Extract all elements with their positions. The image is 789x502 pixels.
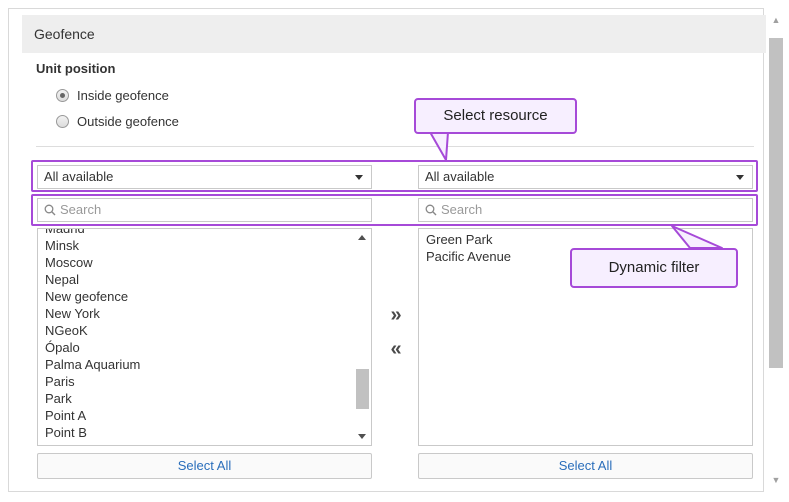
- add-selected-button[interactable]: »: [386, 305, 406, 326]
- left-items: Madrid Minsk Moscow Nepal New geofence New Yo…: [38, 229, 354, 441]
- list-item[interactable]: New geofence: [38, 288, 354, 305]
- remove-selected-button[interactable]: «: [386, 339, 406, 360]
- list-item[interactable]: Green Park: [419, 231, 752, 248]
- list-item[interactable]: New York: [38, 305, 354, 322]
- radio-checked-icon[interactable]: [56, 88, 69, 102]
- left-search-input[interactable]: Search: [37, 198, 372, 222]
- list-item[interactable]: Moscow: [38, 254, 354, 271]
- list-item[interactable]: NGeoK: [38, 322, 354, 339]
- list-item[interactable]: Ópalo: [38, 339, 354, 356]
- chevron-down-icon: [355, 175, 363, 180]
- right-select-value: All available: [425, 169, 495, 184]
- radio-outside-geofence[interactable]: Outside geofence: [56, 112, 179, 130]
- list-item[interactable]: Nepal: [38, 271, 354, 288]
- list-item[interactable]: Paris: [38, 373, 354, 390]
- list-item[interactable]: Minsk: [38, 237, 354, 254]
- left-search-placeholder: Search: [60, 202, 102, 217]
- right-search-input[interactable]: Search: [418, 198, 753, 222]
- scroll-down-icon[interactable]: [358, 434, 366, 439]
- unit-position-label: Unit position: [36, 61, 116, 76]
- list-scrollbar[interactable]: [354, 229, 371, 445]
- scroll-up-icon[interactable]: [358, 235, 366, 240]
- panel-scrollbar[interactable]: ▲ ▼: [766, 8, 786, 492]
- list-item[interactable]: Palma Aquarium: [38, 356, 354, 373]
- chevron-down-icon: [736, 175, 744, 180]
- left-select-value: All available: [44, 169, 114, 184]
- left-select-all-button[interactable]: Select All: [37, 453, 372, 479]
- search-icon: [425, 204, 437, 216]
- scroll-up-arrow-icon[interactable]: ▲: [766, 12, 786, 28]
- dynamic-filter-callout: Dynamic filter: [570, 248, 738, 288]
- right-resource-select[interactable]: All available: [418, 165, 753, 189]
- section-title: Geofence: [22, 15, 766, 53]
- list-scroll-thumb[interactable]: [356, 369, 369, 409]
- scroll-down-arrow-icon[interactable]: ▼: [766, 472, 786, 488]
- list-item[interactable]: Point B: [38, 424, 354, 441]
- available-geofences-list[interactable]: Madrid Minsk Moscow Nepal New geofence New Yo…: [37, 228, 372, 446]
- radio-inside-geofence[interactable]: Inside geofence: [56, 86, 169, 104]
- radio-unchecked-icon[interactable]: [56, 114, 69, 128]
- right-search-placeholder: Search: [441, 202, 483, 217]
- panel-scroll-thumb[interactable]: [769, 38, 783, 368]
- left-resource-select[interactable]: All available: [37, 165, 372, 189]
- select-resource-callout: Select resource: [414, 98, 577, 134]
- list-item[interactable]: Madrid: [38, 229, 354, 237]
- divider: [36, 146, 754, 147]
- search-icon: [44, 204, 56, 216]
- radio-label: Inside geofence: [77, 87, 169, 103]
- right-select-all-button[interactable]: Select All: [418, 453, 753, 479]
- radio-label: Outside geofence: [77, 113, 179, 129]
- list-item[interactable]: Park: [38, 390, 354, 407]
- list-item[interactable]: Point A: [38, 407, 354, 424]
